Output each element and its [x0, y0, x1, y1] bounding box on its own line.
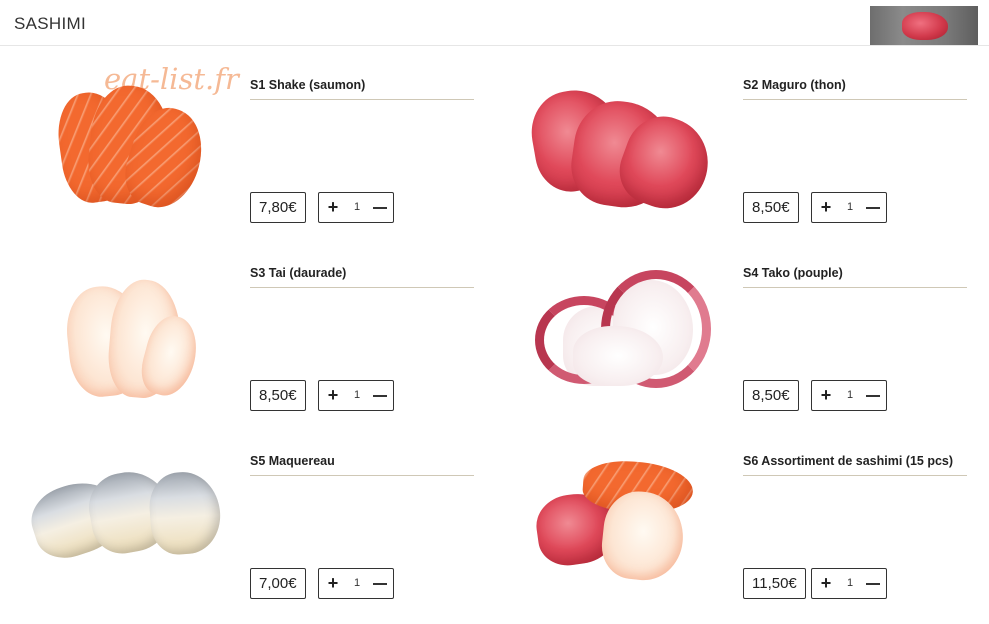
item-price: 8,50€ — [743, 192, 799, 223]
item-price: 8,50€ — [250, 380, 306, 411]
minus-button[interactable] — [864, 569, 882, 598]
plus-button[interactable]: + — [818, 383, 834, 408]
menu-item: S1 Shake (saumon) 7,80€ + 1 — [50, 78, 530, 248]
page-title: SASHIMI — [14, 14, 87, 33]
quantity-value[interactable]: 1 — [349, 193, 365, 222]
minus-button[interactable] — [864, 193, 882, 222]
octopus-sashimi-image[interactable] — [535, 266, 743, 436]
item-price: 7,80€ — [250, 192, 306, 223]
quantity-stepper: + 1 — [318, 192, 394, 223]
quantity-stepper: + 1 — [811, 568, 887, 599]
menu-item: S3 Tai (daurade) 8,50€ + 1 — [50, 266, 530, 436]
quantity-stepper: + 1 — [318, 568, 394, 599]
minus-button[interactable] — [371, 193, 389, 222]
plus-button[interactable]: + — [325, 195, 341, 220]
quantity-value[interactable]: 1 — [842, 569, 858, 598]
item-name[interactable]: S5 Maquereau — [250, 454, 474, 476]
item-name[interactable]: S1 Shake (saumon) — [250, 78, 474, 100]
quantity-value[interactable]: 1 — [349, 569, 365, 598]
mackerel-sashimi-image[interactable] — [23, 454, 250, 624]
quantity-stepper: + 1 — [318, 380, 394, 411]
menu-item: S4 Tako (pouple) 8,50€ + 1 — [535, 266, 989, 436]
item-name[interactable]: S6 Assortiment de sashimi (15 pcs) — [743, 454, 967, 476]
plus-button[interactable]: + — [818, 571, 834, 596]
quantity-stepper: + 1 — [811, 380, 887, 411]
salmon-sashimi-image[interactable] — [50, 78, 250, 248]
item-price: 8,50€ — [743, 380, 799, 411]
plus-button[interactable]: + — [325, 571, 341, 596]
menu-item: S6 Assortiment de sashimi (15 pcs) 11,50… — [532, 454, 989, 624]
menu-item: S2 Maguro (thon) 8,50€ + 1 — [525, 78, 989, 248]
menu-item: S5 Maquereau 7,00€ + 1 — [23, 454, 530, 624]
plus-button[interactable]: + — [325, 383, 341, 408]
sea-bream-sashimi-image[interactable] — [50, 266, 250, 436]
tuna-sashimi-image[interactable] — [525, 78, 743, 248]
item-name[interactable]: S3 Tai (daurade) — [250, 266, 474, 288]
section-header: SASHIMI — [0, 0, 989, 46]
header-thumbnail-image — [870, 6, 978, 45]
item-name[interactable]: S4 Tako (pouple) — [743, 266, 967, 288]
quantity-value[interactable]: 1 — [349, 381, 365, 410]
minus-button[interactable] — [371, 569, 389, 598]
quantity-value[interactable]: 1 — [842, 193, 858, 222]
item-price: 7,00€ — [250, 568, 306, 599]
assorted-sashimi-image[interactable] — [532, 454, 743, 624]
quantity-value[interactable]: 1 — [842, 381, 858, 410]
minus-button[interactable] — [371, 381, 389, 410]
plus-button[interactable]: + — [818, 195, 834, 220]
minus-button[interactable] — [864, 381, 882, 410]
item-price: 11,50€ — [743, 568, 806, 599]
quantity-stepper: + 1 — [811, 192, 887, 223]
item-name[interactable]: S2 Maguro (thon) — [743, 78, 967, 100]
